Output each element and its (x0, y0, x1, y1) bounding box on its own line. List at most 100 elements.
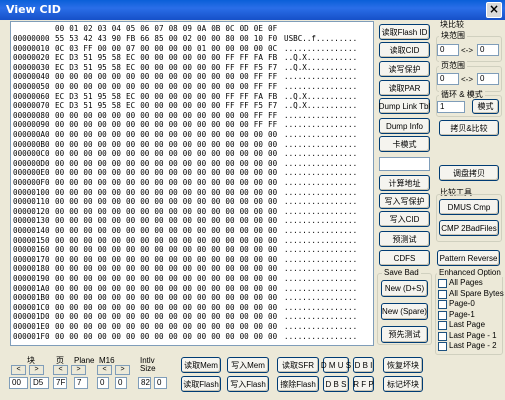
hex-byte[interactable]: 95 (98, 101, 107, 110)
hex-byte[interactable]: 00 (169, 322, 178, 331)
hex-byte[interactable]: 00 (254, 197, 263, 206)
hex-byte[interactable]: 00 (197, 159, 206, 168)
read-flash-button[interactable]: 读取Flash (181, 376, 221, 392)
hex-byte[interactable]: 00 (83, 178, 92, 187)
pattern-reverse-button[interactable]: Pattern Reverse (437, 250, 500, 266)
enhanced-option-checkbox[interactable] (438, 342, 447, 351)
block-input[interactable]: 00 (9, 377, 28, 389)
hex-byte[interactable]: 00 (183, 274, 192, 283)
hex-byte[interactable]: 00 (126, 332, 135, 341)
enhanced-option-checkbox[interactable] (438, 331, 447, 341)
write-cid-button[interactable]: 写入CID (379, 211, 430, 227)
hex-byte[interactable]: 00 (98, 332, 107, 341)
hex-byte[interactable]: 00 (183, 255, 192, 264)
hex-byte[interactable]: 00 (240, 216, 249, 225)
hex-byte[interactable]: 00 (268, 178, 277, 187)
hex-byte[interactable]: 00 (69, 159, 78, 168)
hex-byte[interactable]: 00 (55, 264, 64, 273)
hex-byte[interactable]: 00 (112, 303, 121, 312)
hex-byte[interactable]: 00 (197, 101, 206, 110)
hex-byte[interactable]: 00 (83, 255, 92, 264)
hex-byte[interactable]: 00 (69, 168, 78, 177)
hex-byte[interactable]: 00 (154, 159, 163, 168)
hex-byte[interactable]: 00 (140, 216, 149, 225)
hex-byte[interactable]: 00 (169, 264, 178, 273)
hex-byte[interactable]: 00 (169, 245, 178, 254)
hex-byte[interactable]: 00 (55, 216, 64, 225)
hex-byte[interactable]: 00 (126, 255, 135, 264)
hex-byte[interactable]: 00 (83, 236, 92, 245)
hex-byte[interactable]: 00 (55, 255, 64, 264)
restore-bad-block-button[interactable]: 恢复坏块 (383, 357, 423, 373)
hex-byte[interactable]: 00 (197, 168, 206, 177)
dmus-button[interactable]: D M U S (321, 357, 351, 373)
hex-byte[interactable]: 00 (169, 111, 178, 120)
hex-byte[interactable]: 00 (112, 159, 121, 168)
loop-count-input[interactable]: 1 (437, 101, 465, 113)
hex-byte[interactable]: 00 (197, 322, 206, 331)
hex-byte[interactable]: 00 (197, 120, 206, 129)
dump-info-button[interactable]: Dump Info (379, 118, 430, 134)
hex-byte[interactable]: 00 (197, 274, 206, 283)
hex-byte[interactable]: 00 (169, 72, 178, 81)
hex-byte[interactable]: 00 (140, 303, 149, 312)
hex-byte[interactable]: 00 (240, 111, 249, 120)
hex-byte[interactable]: 00 (183, 264, 192, 273)
hex-byte[interactable]: 00 (126, 72, 135, 81)
hex-byte[interactable]: 00 (154, 284, 163, 293)
hex-byte[interactable]: 00 (126, 226, 135, 235)
pre-test-button[interactable]: 预测试 (379, 231, 430, 247)
hex-byte[interactable]: 00 (55, 168, 64, 177)
plane-input[interactable]: 7 (74, 377, 88, 389)
hex-byte[interactable]: 00 (55, 322, 64, 331)
hex-byte[interactable]: 00 (268, 322, 277, 331)
hex-byte[interactable]: 00 (140, 63, 149, 72)
hex-byte[interactable]: 00 (169, 197, 178, 206)
hex-byte[interactable]: 00 (268, 188, 277, 197)
hex-byte[interactable]: 00 (197, 53, 206, 62)
hex-byte[interactable]: EC (126, 63, 135, 72)
hex-byte[interactable]: 00 (154, 264, 163, 273)
hex-byte[interactable]: 00 (169, 312, 178, 321)
hex-byte[interactable]: D3 (69, 101, 78, 110)
card-mode-button[interactable]: 卡模式 (379, 136, 430, 152)
hex-byte[interactable]: 00 (126, 168, 135, 177)
hex-byte[interactable]: 00 (69, 245, 78, 254)
hex-byte[interactable]: 00 (240, 149, 249, 158)
hex-byte[interactable]: 00 (211, 188, 220, 197)
hex-byte[interactable]: 00 (154, 312, 163, 321)
hex-byte[interactable]: 00 (154, 274, 163, 283)
hex-byte[interactable]: 00 (254, 149, 263, 158)
hex-byte[interactable]: 00 (268, 130, 277, 139)
hex-byte[interactable]: 00 (98, 197, 107, 206)
hex-byte[interactable]: 00 (240, 264, 249, 273)
intlv-input[interactable]: 82 (138, 377, 151, 389)
hex-byte[interactable]: 00 (183, 159, 192, 168)
hex-byte[interactable]: 00 (240, 188, 249, 197)
hex-byte[interactable]: 00 (154, 207, 163, 216)
hex-byte[interactable]: 00 (197, 188, 206, 197)
dmus-cmp-button[interactable]: DMUS Cmp (439, 199, 499, 215)
write-mem-button[interactable]: 写入Mem (227, 357, 269, 373)
hex-byte[interactable]: 00 (225, 332, 234, 341)
hex-byte[interactable]: 00 (112, 197, 121, 206)
hex-byte[interactable]: 00 (126, 178, 135, 187)
hex-byte[interactable]: 00 (240, 245, 249, 254)
hex-byte[interactable]: 00 (197, 130, 206, 139)
dump-link-tbl-button[interactable]: Dump Link Tbl (379, 98, 430, 114)
hex-byte[interactable]: 00 (183, 216, 192, 225)
hex-byte[interactable]: 00 (112, 284, 121, 293)
hex-byte[interactable]: 00 (83, 111, 92, 120)
hex-byte[interactable]: 00 (83, 322, 92, 331)
hex-byte[interactable]: 00 (197, 34, 206, 43)
hex-byte[interactable]: 00 (112, 322, 121, 331)
hex-byte[interactable]: 00 (169, 226, 178, 235)
hex-byte[interactable]: 00 (240, 226, 249, 235)
hex-byte[interactable]: FA (254, 53, 263, 62)
hex-byte[interactable]: EC (126, 53, 135, 62)
hex-byte[interactable]: FF (254, 82, 263, 91)
hex-byte[interactable]: EC (126, 101, 135, 110)
hex-byte[interactable]: 95 (98, 63, 107, 72)
hex-byte[interactable]: 00 (98, 245, 107, 254)
hex-byte[interactable]: 00 (112, 245, 121, 254)
